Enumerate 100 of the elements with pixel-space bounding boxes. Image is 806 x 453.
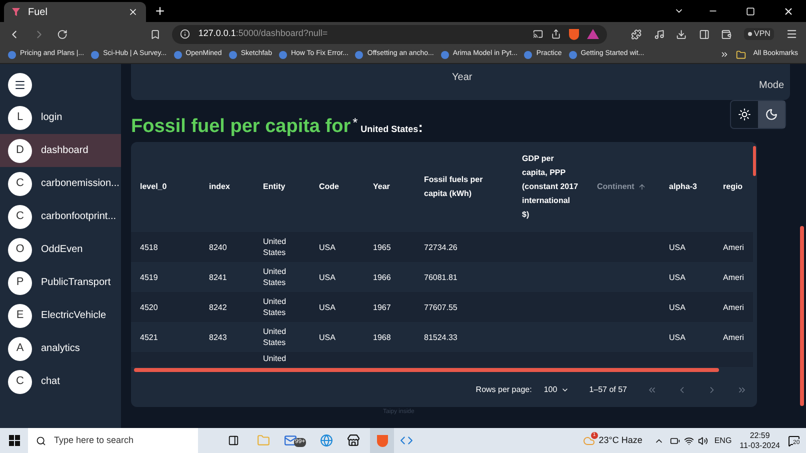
sidebar-item[interactable]: D dashboard: [0, 134, 121, 167]
table-cell: United States: [263, 296, 286, 318]
funnel-icon: [12, 8, 20, 16]
folder-icon: [736, 50, 746, 60]
avatar-letter: E: [8, 304, 32, 328]
avatar-letter: P: [8, 270, 32, 294]
table-cell: 8243: [209, 332, 227, 342]
caret-icon: [561, 386, 570, 394]
sidebar-item[interactable]: A analytics: [0, 332, 121, 365]
table-cell: United States: [263, 236, 286, 258]
sidebar-icon[interactable]: [698, 28, 710, 40]
vpn-button[interactable]: VPN: [744, 28, 774, 40]
table-cell: USA: [319, 332, 336, 342]
store-icon[interactable]: [347, 434, 360, 447]
column-header[interactable]: Fossil fuels per capita (kWh): [424, 173, 504, 201]
table-cell: Ameri: [723, 302, 744, 312]
avatar-letter: C: [8, 370, 32, 394]
table-cell: 8240: [209, 242, 227, 252]
battery-icon[interactable]: [670, 436, 680, 446]
close-window-icon[interactable]: [783, 6, 794, 16]
music-icon[interactable]: [654, 28, 664, 40]
table-cell-text: United: [263, 354, 286, 365]
table-cell: 1965: [373, 242, 391, 252]
table-cell: 1966: [373, 272, 391, 282]
table-cell: 76081.81: [424, 272, 458, 282]
column-header[interactable]: alpha-3: [669, 180, 698, 194]
language-indicator[interactable]: ENG: [714, 434, 732, 446]
browser-icon[interactable]: [320, 434, 334, 447]
shield-icon[interactable]: [568, 28, 579, 40]
page-scrollbar[interactable]: [800, 226, 804, 406]
volume-icon[interactable]: [698, 436, 708, 446]
more-bookmarks-icon[interactable]: [720, 50, 730, 59]
last-page-icon[interactable]: [737, 385, 747, 395]
table-cell: USA: [669, 242, 686, 252]
table-cell: 8242: [209, 302, 227, 312]
close-icon[interactable]: [128, 7, 138, 17]
sidebar-item[interactable]: O OddEven: [0, 233, 121, 266]
info-icon: [180, 29, 190, 39]
column-header[interactable]: Code: [319, 180, 339, 194]
code-editor-icon[interactable]: [400, 434, 414, 447]
reload-icon[interactable]: [57, 28, 68, 40]
browser-tab[interactable]: Fuel: [4, 2, 146, 22]
sidebar-item[interactable]: L login: [0, 101, 121, 134]
new-tab-icon[interactable]: [154, 5, 166, 17]
url-text: 127.0.0.1:5000/dashboard?null=: [198, 27, 328, 40]
column-header[interactable]: GDP per capita, PPP (constant 2017 international $): [522, 152, 579, 222]
weather-text[interactable]: 23°C Haze: [598, 434, 642, 448]
rows-per-page-select[interactable]: 100: [544, 384, 570, 396]
table-cell: 81524.33: [424, 332, 458, 342]
column-header[interactable]: Continent: [597, 180, 646, 194]
avatar-letter: C: [8, 172, 32, 196]
table-cell: 8241: [209, 272, 227, 282]
column-header[interactable]: Entity: [263, 180, 286, 194]
column-header[interactable]: regio: [723, 180, 743, 194]
download-icon[interactable]: [676, 28, 687, 40]
mode-label: Mode: [758, 79, 784, 93]
sidebar-item[interactable]: P PublicTransport: [0, 266, 121, 299]
sidebar-item[interactable]: C carbonfootprint...: [0, 200, 121, 233]
search-icon: [36, 436, 46, 446]
table-cell: Ameri: [723, 272, 744, 282]
page-range: 1–57 of 57: [589, 384, 627, 396]
column-header[interactable]: index: [209, 180, 230, 194]
rows-per-page-label: Rows per page:: [476, 384, 532, 396]
table-cell: 77607.55: [424, 302, 458, 312]
table-cell: USA: [319, 302, 336, 312]
bookmark-icon[interactable]: [150, 28, 160, 40]
tab-title: Fuel: [28, 6, 48, 20]
table-cell: USA: [319, 242, 336, 252]
wallet-icon[interactable]: [721, 28, 732, 40]
avatar-letter: O: [8, 238, 32, 262]
address-bar[interactable]: 127.0.0.1:5000/dashboard?null=: [172, 24, 607, 44]
sidebar-item[interactable]: E ElectricVehicle: [0, 299, 121, 332]
avatar-letter: C: [8, 204, 32, 228]
vertical-scrollbar[interactable]: [753, 146, 756, 176]
mail-icon[interactable]: [284, 434, 297, 447]
avatar-letter: L: [8, 106, 32, 130]
column-header[interactable]: Year: [373, 180, 390, 194]
table-cell: United States: [263, 266, 286, 288]
table-cell: USA: [669, 302, 686, 312]
shield-app-icon[interactable]: [370, 428, 394, 453]
menu-button[interactable]: [8, 73, 32, 97]
moon-icon[interactable]: [758, 101, 785, 128]
taskbar-search-field[interactable]: Type here to search: [28, 428, 198, 453]
sidebar-item[interactable]: C chat: [0, 365, 121, 398]
restore-icon[interactable]: [746, 6, 755, 16]
sidebar-item[interactable]: C carbonemission...: [0, 167, 121, 200]
clock[interactable]: 22:59 11-03-2024: [740, 430, 780, 450]
horizontal-scrollbar[interactable]: [134, 368, 719, 372]
share-icon[interactable]: [550, 29, 561, 39]
extensions-icon[interactable]: [630, 28, 642, 40]
task-view-icon[interactable]: [228, 435, 239, 446]
first-page-icon[interactable]: [647, 385, 657, 395]
column-header[interactable]: level_0: [140, 180, 167, 194]
colon-text: :: [418, 118, 423, 137]
cast-icon[interactable]: [532, 29, 543, 39]
menu-icon[interactable]: [786, 28, 798, 40]
wifi-icon[interactable]: [684, 436, 694, 446]
year-label: Year: [452, 71, 472, 85]
required-mark: *: [352, 114, 358, 132]
table-cell: 4521: [140, 332, 158, 342]
